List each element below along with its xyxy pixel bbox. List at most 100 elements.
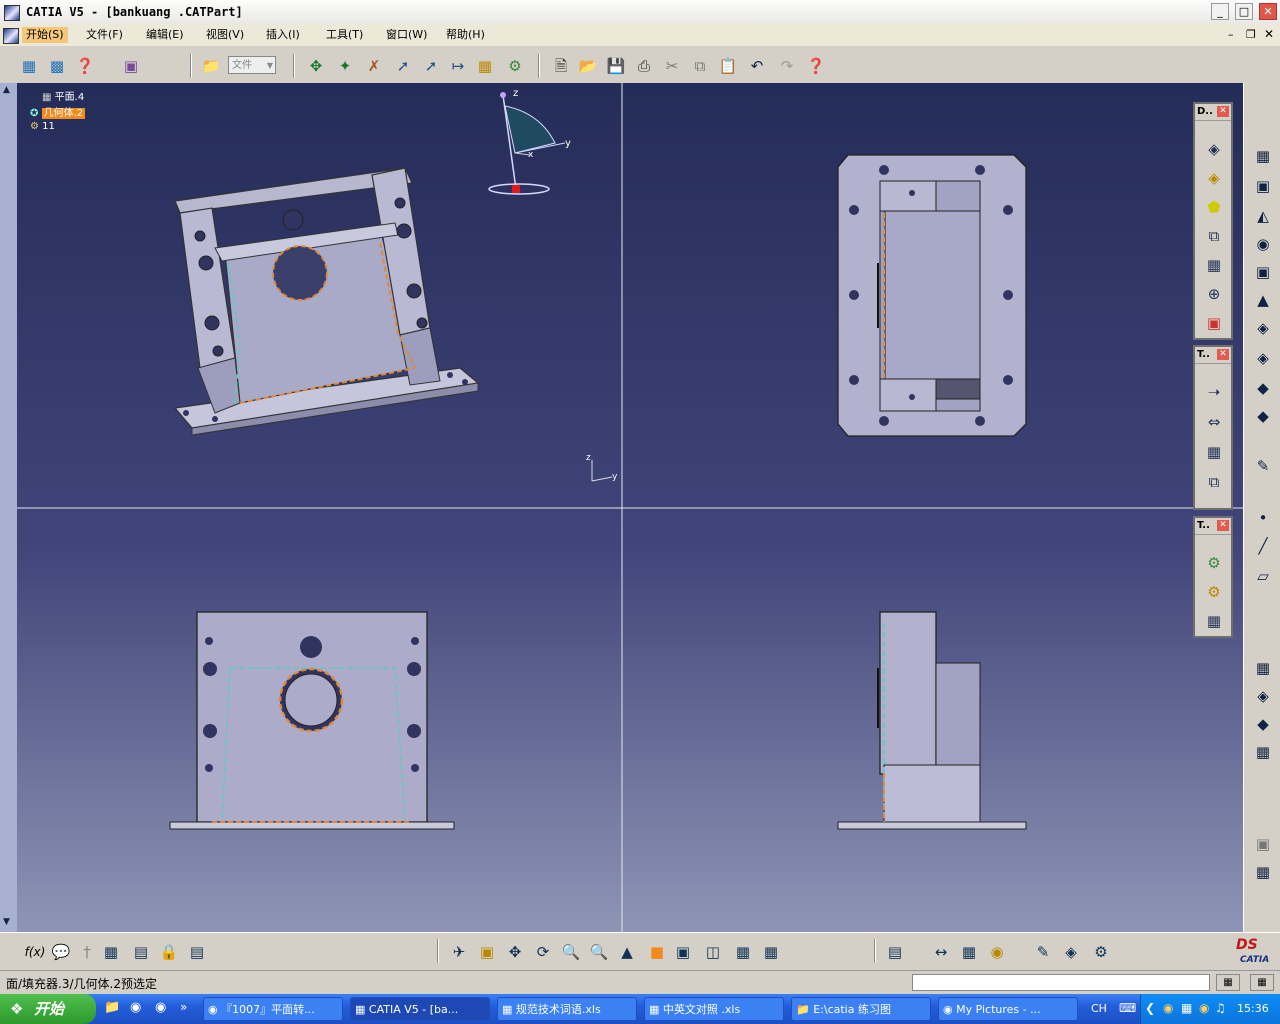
catalog-icon[interactable]: ▣	[120, 55, 142, 77]
sew-surface-icon[interactable]: ▦	[1252, 741, 1274, 763]
start-button[interactable]: ❖ 开始	[0, 994, 96, 1024]
close-surface-icon[interactable]: ◆	[1252, 713, 1274, 735]
taskbar-item[interactable]: 📁 E:\catia 练习图	[791, 997, 931, 1021]
catalog-browser-icon[interactable]: ▤	[186, 941, 208, 963]
doc-minimize-icon[interactable]: –	[1228, 28, 1234, 41]
pan-icon[interactable]: ✥	[305, 55, 327, 77]
remove-loft-icon[interactable]: ◆	[1252, 405, 1274, 427]
floating-palette-dress-up[interactable]: D.. ✕ ◈ ◈ ⬟ ⧉ ▦ ⊕ ▣	[1193, 102, 1233, 340]
doc-restore-icon[interactable]: ❐	[1246, 28, 1256, 41]
line-icon[interactable]: ╱	[1252, 535, 1274, 557]
tree-item-11[interactable]: ⚙ 11	[30, 121, 55, 132]
floating-palette-transformation[interactable]: T.. ✕ ➝ ⇔ ▦ ⧉	[1193, 345, 1233, 510]
scaling-icon[interactable]: ⧉	[1203, 471, 1225, 493]
display-settings-icon[interactable]: ⚙	[1090, 941, 1112, 963]
apply-appearance-icon[interactable]: ✎	[1032, 941, 1054, 963]
swap-space-icon[interactable]: ▦	[760, 941, 782, 963]
groove-icon[interactable]: ▣	[1252, 261, 1274, 283]
doc-close-icon[interactable]: ✕	[1264, 27, 1274, 41]
status-ok-icon[interactable]: ▦	[1250, 974, 1274, 991]
quicklaunch-folder-icon[interactable]: 📁	[104, 1000, 120, 1015]
palette-close-icon[interactable]: ✕	[1217, 520, 1229, 531]
boolean-icon[interactable]: ▣	[1252, 833, 1274, 855]
line-icon[interactable]: ➚	[420, 55, 442, 77]
tray-network-icon[interactable]: ▦	[1181, 1001, 1192, 1015]
measure-inertia-icon[interactable]: ◉	[986, 941, 1008, 963]
slot-icon[interactable]: ◈	[1252, 317, 1274, 339]
taskbar-item[interactable]: ◉ My Pictures - ...	[938, 997, 1078, 1021]
analysis-icon[interactable]: ⚙	[504, 55, 526, 77]
apply-material-icon[interactable]: ▤	[884, 941, 906, 963]
work-object-icon[interactable]: ▦	[1203, 610, 1225, 632]
lighting-icon[interactable]: ◈	[1060, 941, 1082, 963]
scroll-down-icon[interactable]: ▼	[3, 917, 10, 927]
lock-icon[interactable]: 🔒	[158, 941, 180, 963]
fit-all-icon[interactable]: ▣	[476, 941, 498, 963]
close-button[interactable]: ✕	[1259, 3, 1277, 20]
pocket-icon[interactable]: ▣	[1252, 175, 1274, 197]
keyboard-icon[interactable]: ⌨	[1119, 1001, 1136, 1015]
language-indicator[interactable]: CH	[1091, 1002, 1107, 1015]
specification-tree[interactable]: ▦ 平面.4 ✪ 几何体.2 ⚙ 11	[20, 85, 110, 135]
taskbar-item[interactable]: ▦ 规范技术词语.xls	[497, 997, 637, 1021]
taskbar-item[interactable]: ▦ 中英文对照 .xls	[644, 997, 784, 1021]
save-icon[interactable]: 💾	[605, 55, 627, 77]
comment-icon[interactable]: 💬	[50, 941, 72, 963]
axis-system-icon[interactable]: ⚙	[1203, 581, 1225, 603]
tray-expand-icon[interactable]: ❮	[1145, 1001, 1155, 1015]
help-icon[interactable]: ❓	[805, 55, 827, 77]
plane-icon[interactable]: ▱	[1252, 565, 1274, 587]
measure-item-icon[interactable]: ▦	[958, 941, 980, 963]
iso-view-icon[interactable]: ▣	[672, 941, 694, 963]
update-icon[interactable]: ⚙	[1203, 552, 1225, 574]
file-filter-combo[interactable]: 文件 ▼	[228, 56, 276, 74]
hide-show-icon[interactable]: ✗	[363, 55, 385, 77]
sketcher-icon[interactable]: ▦	[18, 55, 40, 77]
tree-scrollbar[interactable]: ▲ ▼	[0, 83, 17, 932]
paste-icon[interactable]: 📋	[717, 55, 739, 77]
tray-app-icon[interactable]: ◉	[1163, 1001, 1173, 1015]
print-icon[interactable]: ⎙	[633, 55, 655, 77]
rotate-icon[interactable]: ✦	[334, 55, 356, 77]
zoom-in-icon[interactable]: 🔍	[560, 941, 582, 963]
menu-start[interactable]: 开始(S)	[22, 27, 68, 43]
sketch-icon[interactable]: ✎	[1252, 455, 1274, 477]
zoom-out-icon[interactable]: 🔍	[588, 941, 610, 963]
status-cancel-icon[interactable]: ▦	[1216, 974, 1240, 991]
taskbar-item[interactable]: ◉ 『1007』平面转...	[203, 997, 343, 1021]
menu-help[interactable]: 帮助(H)	[442, 27, 489, 43]
geometry-viewport[interactable]: z y x z y ▦ 平面.4 ✪ 几何体.2 ⚙ 11 D.. ✕ ◈ ◈ …	[0, 83, 1243, 932]
menu-edit[interactable]: 编辑(E)	[142, 27, 188, 43]
scroll-up-icon[interactable]: ▲	[3, 85, 10, 95]
normal-view-icon[interactable]: ▲	[616, 941, 638, 963]
dimension-icon[interactable]: ↦	[447, 55, 469, 77]
measure-between-icon[interactable]: ↔	[930, 941, 952, 963]
loft-icon[interactable]: ◆	[1252, 377, 1274, 399]
shell-icon[interactable]: ⧉	[1203, 225, 1225, 247]
copy-icon[interactable]: ⧉	[689, 55, 711, 77]
remove-face-icon[interactable]: ▣	[1203, 312, 1225, 334]
thick-surface-icon[interactable]: ◈	[1252, 685, 1274, 707]
menu-tools[interactable]: 工具(T)	[322, 27, 367, 43]
open-icon[interactable]: 📂	[577, 55, 599, 77]
redo-icon[interactable]: ↷	[776, 55, 798, 77]
measure-icon[interactable]: ➚	[392, 55, 414, 77]
hierarchy-icon[interactable]: ▤	[130, 941, 152, 963]
stiffener-icon[interactable]: ◈	[1252, 347, 1274, 369]
split-icon[interactable]: ▦	[1252, 657, 1274, 679]
formula-button[interactable]: f(x)	[22, 941, 48, 963]
catia-app-icon[interactable]	[4, 5, 20, 21]
insert-body-icon[interactable]: ▦	[1252, 861, 1274, 883]
palette-close-icon[interactable]: ✕	[1217, 349, 1229, 360]
fillet-icon[interactable]: ◈	[1203, 138, 1225, 160]
pad-icon[interactable]: ▦	[1252, 145, 1274, 167]
tray-antivirus-icon[interactable]: ◉	[1199, 1001, 1209, 1015]
menu-file[interactable]: 文件(F)	[82, 27, 127, 43]
constraint-icon[interactable]: ▦	[474, 55, 496, 77]
table-icon[interactable]: ▦	[100, 941, 122, 963]
rib-icon[interactable]: ▲	[1252, 289, 1274, 311]
rotate-view-icon[interactable]: ⟳	[532, 941, 554, 963]
minimize-button[interactable]: _	[1211, 3, 1229, 20]
menu-insert[interactable]: 插入(I)	[262, 27, 304, 43]
tray-volume-icon[interactable]: ♫	[1215, 1001, 1226, 1015]
